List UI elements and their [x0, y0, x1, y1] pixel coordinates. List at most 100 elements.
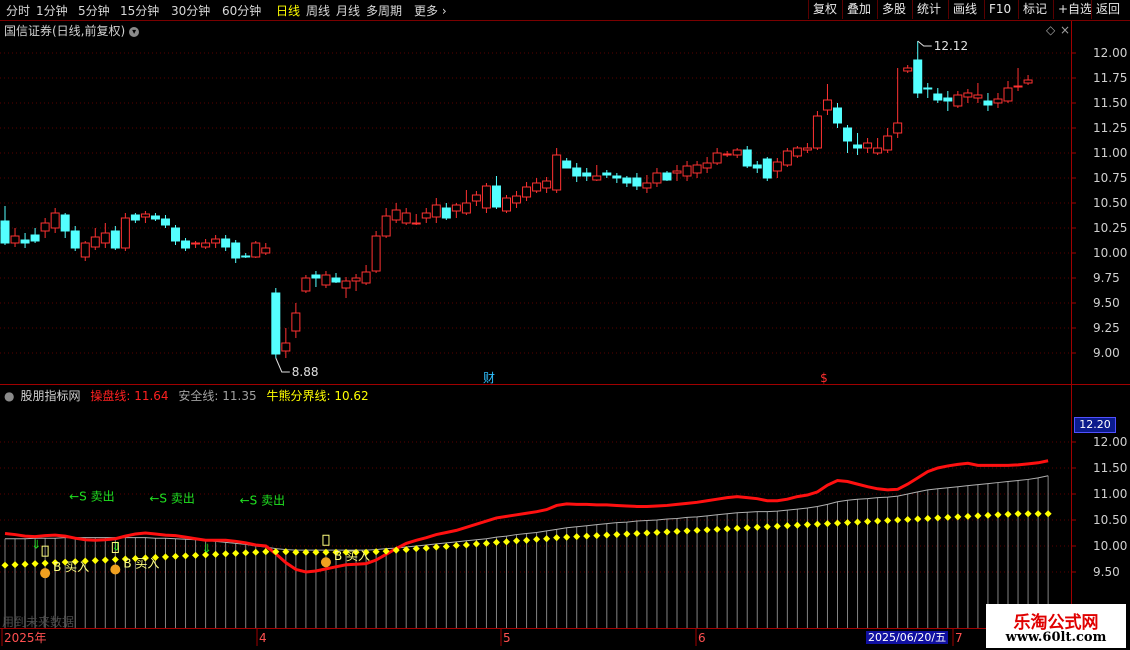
x-tick-label: 5 — [503, 631, 511, 645]
main-tick-label: 10.25 — [1093, 221, 1127, 235]
bull-bear-dot — [492, 538, 501, 546]
indicator-header: ● 股朋指标网 操盘线: 11.64 安全线: 11.35 牛熊分界线: 10.6… — [4, 387, 375, 404]
candle-up — [592, 175, 602, 181]
candle-down — [562, 160, 572, 169]
candle-down — [181, 240, 191, 249]
high-marker-line — [917, 40, 932, 47]
candle-down — [983, 100, 993, 106]
candle-down — [130, 214, 140, 221]
candle-up — [140, 213, 150, 218]
candle-down — [943, 97, 953, 102]
candle-down — [271, 292, 281, 355]
candle-up — [361, 271, 371, 284]
candle-down — [572, 167, 582, 177]
main-tick-label: 12.00 — [1093, 46, 1127, 60]
bull-bear-dot — [1004, 510, 1012, 518]
line-label-3: 牛熊分界线: — [266, 389, 331, 403]
candle-up — [40, 222, 50, 232]
bull-bear-dot — [111, 555, 119, 564]
bull-bear-dot — [994, 511, 1002, 519]
bull-bear-dot — [723, 525, 731, 533]
main-tick-label: 11.00 — [1093, 146, 1127, 160]
bull-bear-dot — [663, 528, 671, 536]
bull-bear-dot — [192, 551, 200, 559]
candle-up — [792, 147, 802, 157]
bull-bear-dot — [623, 530, 631, 538]
candle-down — [311, 274, 321, 279]
line-value-3: 10.62 — [334, 389, 369, 403]
bull-bear-dot — [1, 561, 9, 569]
candle-up — [50, 212, 60, 229]
candle-up — [682, 165, 692, 177]
line-label-2: 安全线: — [178, 389, 219, 403]
indicator-menu-icon[interactable]: ● — [4, 389, 14, 403]
sell-arrow: ⇓ — [31, 538, 41, 552]
candle-down — [832, 107, 842, 124]
cursor-date-badge: 2025/06/20/五 — [866, 631, 949, 644]
candle-up — [371, 235, 381, 272]
buy-label: B 买入 — [123, 557, 159, 571]
candle-up — [722, 153, 732, 156]
bull-bear-dot — [964, 512, 972, 520]
candle-up — [411, 222, 421, 225]
candle-down — [160, 218, 170, 226]
candle-up — [1003, 87, 1013, 102]
bull-bear-dot — [512, 537, 521, 545]
candle-down — [612, 175, 622, 179]
main-tick-label: 9.25 — [1093, 321, 1120, 335]
low-label: 8.88 — [292, 365, 319, 379]
candle-up — [120, 217, 130, 249]
bull-bear-dot — [91, 557, 99, 565]
bull-bear-dot — [31, 560, 39, 568]
bull-bear-dot — [232, 549, 240, 557]
candle-up — [351, 277, 361, 282]
candle-up — [672, 170, 682, 174]
candle-up — [522, 186, 532, 198]
candle-up — [642, 182, 652, 189]
bull-bear-dot — [864, 518, 872, 526]
bull-bear-dot — [161, 553, 170, 561]
bull-bear-dot — [101, 556, 109, 564]
x-tick-label: 7 — [955, 631, 963, 645]
bull-bear-dot — [1014, 510, 1022, 518]
buy-label: B 买入 — [53, 560, 89, 574]
chevron-down-icon[interactable]: ▾ — [129, 26, 140, 37]
candle-up — [291, 312, 301, 332]
bull-bear-dot — [573, 533, 581, 541]
candle-down — [602, 172, 612, 176]
bull-bear-dot — [753, 523, 761, 531]
candle-up — [782, 150, 792, 166]
ind-tick-label: 10.50 — [1093, 513, 1127, 527]
kline-chart[interactable]: ⇓ ←S 卖出 ⇓ ←S 卖出 ⇓ ←S 卖出 B 买入 B 买入 B 买入用到未来数据 9.0… — [0, 0, 1130, 650]
main-chart-header: 国信证券(日线,前复权) ▾ — [4, 22, 140, 39]
bull-bear-dot — [924, 514, 932, 522]
bull-bear-dot — [452, 541, 460, 550]
candle-down — [632, 177, 642, 187]
bull-bear-dot — [803, 521, 811, 529]
bull-bear-dot — [1034, 510, 1042, 518]
bull-bear-dot — [944, 513, 952, 521]
buy-box — [322, 534, 330, 546]
sell-arrow: ⇓ — [202, 541, 212, 555]
candle-down — [171, 227, 181, 242]
watermark-url: www.60lt.com — [1005, 630, 1107, 645]
bull-bear-dot — [543, 535, 551, 543]
candle-up — [512, 195, 522, 204]
bull-bear-dot — [603, 531, 611, 539]
candle-up — [301, 277, 311, 292]
candle-down — [0, 220, 10, 244]
future-data-note: 用到未来数据 — [2, 614, 74, 629]
dividend-marker: $ — [820, 371, 828, 385]
bull-bear-dot — [683, 527, 691, 535]
ind-tick-label: 11.00 — [1093, 487, 1127, 501]
bull-bear-dot — [41, 559, 49, 567]
bull-bear-dot — [763, 523, 771, 531]
diamond-icon: ◇ — [1046, 23, 1056, 37]
x-tick-label: 2025年 — [4, 631, 47, 645]
bull-bear-dot — [583, 532, 591, 540]
ind-tick-label: 10.00 — [1093, 539, 1127, 553]
candle-up — [502, 197, 511, 212]
sell-label: ←S 卖出 — [69, 490, 115, 504]
line-label-1: 操盘线: — [90, 389, 131, 403]
ind-tick-label: 12.00 — [1093, 435, 1127, 449]
